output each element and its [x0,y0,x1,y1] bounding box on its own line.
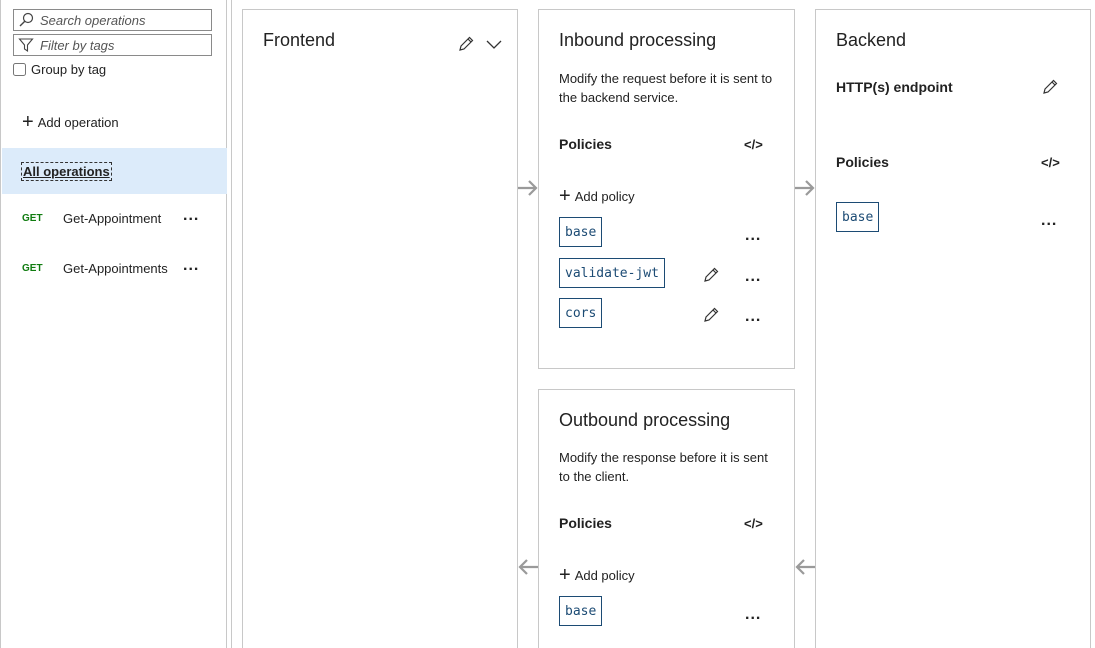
pencil-icon[interactable] [702,306,720,324]
outbound-policies-label: Policies [559,515,612,531]
pencil-icon[interactable] [702,266,720,284]
outbound-description: Modify the response before it is sent to… [559,450,768,484]
policy-chip-validate-jwt[interactable]: validate-jwt [559,258,665,288]
group-by-tag-checkbox[interactable] [13,63,26,76]
more-options-icon[interactable]: ... [1041,212,1057,230]
inbound-add-policy-button[interactable]: + Add policy [559,185,635,207]
more-options-icon[interactable]: ... [745,268,761,286]
more-options-icon[interactable]: ... [745,227,761,245]
inbound-title: Inbound processing [559,30,717,50]
pencil-icon[interactable] [1041,78,1059,96]
policy-chip-base[interactable]: base [836,202,880,232]
policy-chip-cors[interactable]: cors [559,298,603,328]
http-verb-badge: GET [22,212,43,224]
code-view-icon[interactable]: </> [1041,155,1060,170]
more-options-icon[interactable]: ... [183,207,199,225]
outbound-processing-card: Outbound processing Modify the response … [538,389,795,648]
backend-title: Backend [836,30,907,50]
search-operations-input[interactable] [40,12,210,28]
all-operations-label: All operations [21,161,112,181]
inbound-description: Modify the request before it is sent to … [559,71,773,105]
search-icon [19,12,34,27]
group-by-tag-row[interactable]: Group by tag [13,62,106,77]
chevron-down-icon[interactable] [485,38,503,50]
search-operations-box[interactable] [13,9,212,31]
canvas-divider [231,0,232,648]
operation-item-get-appointment[interactable]: GET Get-Appointment ... [1,203,227,233]
add-policy-label: Add policy [574,188,635,204]
policy-chip-base[interactable]: base [559,217,603,247]
inbound-policies-label: Policies [559,136,612,152]
plus-icon: + [22,111,34,133]
backend-policies-label: Policies [836,154,889,170]
group-by-tag-label: Group by tag [31,62,107,77]
all-operations-item[interactable]: All operations [2,148,227,194]
outbound-add-policy-button[interactable]: + Add policy [559,564,635,586]
operation-name: Get-Appointments [63,260,168,276]
frontend-title: Frontend [263,30,336,50]
operation-name: Get-Appointment [63,210,162,226]
add-policy-label: Add policy [574,567,635,583]
operations-pane: Group by tag + Add operation All operati… [0,0,227,648]
plus-icon: + [559,185,571,207]
filter-icon [18,38,34,53]
backend-card: Backend HTTP(s) endpoint Policies </> ba… [815,9,1091,648]
filter-tags-input[interactable] [40,37,210,53]
more-options-icon[interactable]: ... [183,257,199,275]
operation-item-get-appointments[interactable]: GET Get-Appointments ... [1,253,227,283]
http-endpoint-label: HTTP(s) endpoint [836,79,953,95]
pencil-icon[interactable] [457,35,475,53]
add-operation-button[interactable]: + Add operation [22,111,119,133]
more-options-icon[interactable]: ... [745,606,761,624]
arrow-right-icon [518,180,538,196]
http-verb-badge: GET [22,262,43,274]
add-operation-label: Add operation [37,114,119,130]
arrow-left-icon [795,559,815,575]
frontend-card: Frontend [242,9,518,648]
policy-chip-base[interactable]: base [559,596,603,626]
arrow-right-icon [795,180,815,196]
code-view-icon[interactable]: </> [744,516,763,531]
more-options-icon[interactable]: ... [745,308,761,326]
inbound-processing-card: Inbound processing Modify the request be… [538,9,795,369]
plus-icon: + [559,564,571,586]
outbound-title: Outbound processing [559,410,731,430]
code-view-icon[interactable]: </> [744,137,763,152]
api-policy-designer: Group by tag + Add operation All operati… [0,0,1095,648]
arrow-left-icon [518,559,538,575]
filter-tags-box[interactable] [13,34,212,56]
